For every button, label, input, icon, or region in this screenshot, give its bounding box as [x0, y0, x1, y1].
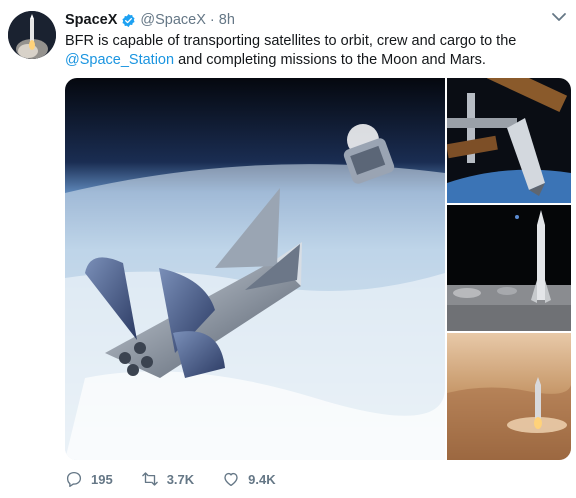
- tweet-text: BFR is capable of transporting satellite…: [65, 32, 565, 70]
- like-count: 9.4K: [248, 471, 276, 487]
- tweet-actions: 195 3.7K 9.4K: [65, 470, 304, 488]
- author-handle[interactable]: @SpaceX: [140, 12, 206, 28]
- author-name[interactable]: SpaceX: [65, 12, 117, 28]
- mention-link[interactable]: @Space_Station: [65, 52, 174, 68]
- rocket-launch-avatar-image: [8, 11, 56, 59]
- media-image-bfr-orbit[interactable]: [65, 78, 445, 460]
- media-image-moon-base[interactable]: [447, 205, 571, 331]
- reply-count: 195: [91, 471, 113, 487]
- media-image-iss-docking[interactable]: [447, 78, 571, 203]
- tweet-text-part-1: BFR is capable of transporting satellite…: [65, 33, 517, 49]
- reply-button[interactable]: 195: [65, 470, 113, 488]
- retweet-icon: [141, 472, 158, 486]
- separator-dot: ·: [209, 12, 215, 28]
- tweet-card[interactable]: SpaceX @SpaceX · 8h BFR is capable of tr…: [0, 0, 576, 498]
- media-grid: [65, 78, 571, 460]
- retweet-count: 3.7K: [166, 471, 195, 487]
- verified-badge-icon: [121, 13, 136, 28]
- chevron-down-icon[interactable]: [550, 10, 568, 24]
- tweet-timestamp[interactable]: 8h: [219, 12, 235, 28]
- tweet-header: SpaceX @SpaceX · 8h: [65, 11, 235, 29]
- like-button[interactable]: 9.4K: [222, 470, 276, 488]
- heart-icon: [224, 472, 238, 487]
- reply-icon: [66, 471, 82, 488]
- avatar[interactable]: [8, 11, 56, 59]
- media-image-mars-landing[interactable]: [447, 333, 571, 460]
- tweet-text-part-2: and completing missions to the Moon and …: [174, 52, 486, 68]
- retweet-button[interactable]: 3.7K: [141, 470, 194, 488]
